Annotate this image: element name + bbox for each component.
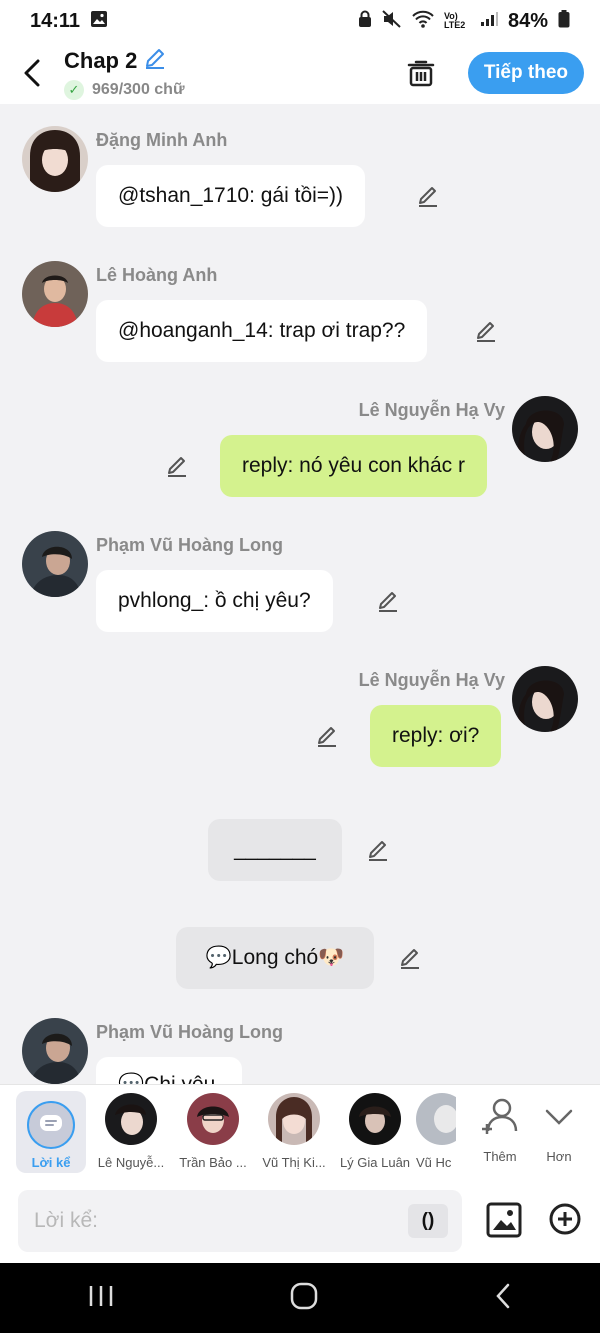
sender-name: Lê Nguyễn Hạ Vy [358, 670, 505, 690]
edit-title-icon[interactable] [143, 46, 167, 76]
character-item[interactable]: Vũ Thị Ki... [255, 1093, 333, 1170]
image-button[interactable] [486, 1202, 522, 1243]
trash-icon [407, 60, 435, 87]
edit-icon[interactable] [414, 182, 442, 210]
delete-button[interactable] [396, 48, 446, 98]
battery-icon [558, 9, 570, 33]
narration-bubble[interactable]: 💬Long chó🐶 [176, 927, 374, 989]
sender-name: Lê Nguyễn Hạ Vy [358, 400, 505, 420]
character-item[interactable]: Lê Nguyễ... [92, 1093, 170, 1170]
back-arrow-icon [496, 1283, 510, 1308]
avatar [349, 1093, 401, 1145]
edit-icon[interactable] [163, 452, 191, 480]
add-character-button[interactable]: Thêm [478, 1093, 522, 1164]
image-icon [486, 1202, 522, 1238]
avatar[interactable] [22, 1018, 88, 1084]
more-label: Hơn [546, 1149, 572, 1164]
avatar[interactable] [512, 666, 578, 732]
paren-button[interactable]: () [408, 1204, 448, 1238]
app-header: Chap 2 ✓ 969/300 chữ Tiếp theo [0, 42, 600, 104]
next-button[interactable]: Tiếp theo [467, 52, 584, 94]
character-name: Lê Nguyễ... [97, 1155, 165, 1170]
more-button[interactable]: Hơn [542, 1093, 576, 1164]
add-button[interactable] [548, 1202, 582, 1241]
gallery-icon [90, 10, 108, 33]
avatar [416, 1093, 456, 1145]
character-item[interactable]: Trần Bảo ... [174, 1093, 252, 1170]
battery-percent: 84% [507, 9, 548, 32]
message-bubble[interactable]: 💬Chị yêu [96, 1057, 242, 1084]
chat-bubble-icon [27, 1101, 75, 1149]
character-item[interactable]: Lý Gia Luân [336, 1093, 414, 1170]
avatar[interactable] [512, 396, 578, 462]
avatar[interactable] [22, 261, 88, 327]
plus-circle-icon [549, 1203, 581, 1235]
message-bubble[interactable]: @hoanganh_14: trap ơi trap?? [96, 300, 428, 362]
narrator-label: Lời kể [31, 1155, 71, 1170]
chevron-left-icon [24, 59, 40, 87]
edit-icon[interactable] [374, 587, 402, 615]
character-name: Vũ Thị Ki... [262, 1155, 326, 1170]
narration-bubble[interactable]: _______ [208, 819, 342, 881]
recent-apps-icon [89, 1285, 113, 1306]
edit-icon[interactable] [313, 722, 341, 750]
character-name: Trần Bảo ... [179, 1155, 247, 1170]
home-icon [290, 1282, 318, 1309]
character-item[interactable]: Vũ Hc [416, 1093, 456, 1170]
message-input[interactable] [18, 1190, 462, 1252]
sender-name: Đặng Minh Anh [96, 130, 228, 150]
character-name: Lý Gia Luân [339, 1155, 411, 1170]
edit-icon[interactable] [396, 944, 424, 972]
edit-icon[interactable] [472, 317, 500, 345]
signal-icon [480, 11, 498, 32]
message-bubble[interactable]: pvhlong_: ồ chị yêu? [96, 570, 333, 632]
avatar [268, 1093, 320, 1145]
sender-name: Lê Hoàng Anh [96, 265, 218, 285]
input-bar: () [0, 1180, 600, 1263]
chat-area[interactable]: Đặng Minh Anh @tshan_1710: gái tồi=)) Lê… [0, 104, 600, 1084]
message-bubble[interactable]: reply: ơi? [370, 705, 502, 767]
message-bubble[interactable]: @tshan_1710: gái tồi=)) [96, 165, 366, 227]
word-count: 969/300 chữ [92, 81, 185, 98]
home-button[interactable] [289, 1281, 319, 1316]
narrator-tab[interactable]: Lời kể [16, 1091, 86, 1173]
character-bar: Lời kể Lê Nguyễ... Trần Bảo ... Vũ Thị K… [0, 1084, 600, 1180]
wifi-icon [412, 10, 434, 33]
sender-name: Phạm Vũ Hoàng Long [96, 535, 283, 555]
avatar[interactable] [22, 531, 88, 597]
status-time: 14:11 [30, 9, 81, 32]
avatar [187, 1093, 239, 1145]
network-label: Vo) LTE2 [443, 11, 466, 30]
status-bar: 14:11 Vo) LTE2 84% [0, 0, 600, 42]
avatar[interactable] [22, 126, 88, 192]
character-name: Vũ Hc [416, 1155, 452, 1170]
check-icon: ✓ [64, 80, 84, 100]
avatar [105, 1093, 157, 1145]
back-button[interactable] [0, 42, 64, 104]
recent-apps-button[interactable] [87, 1284, 115, 1313]
mute-icon [382, 9, 402, 33]
system-nav-bar [0, 1263, 600, 1333]
edit-icon[interactable] [364, 836, 392, 864]
message-bubble[interactable]: reply: nó yêu con khác r [220, 435, 487, 497]
system-back-button[interactable] [493, 1282, 513, 1315]
sender-name: Phạm Vũ Hoàng Long [96, 1022, 283, 1042]
add-label: Thêm [483, 1149, 517, 1164]
chevron-down-icon [545, 1109, 573, 1125]
lock-icon [358, 10, 372, 33]
add-person-icon [482, 1098, 518, 1134]
chapter-title[interactable]: Chap 2 [64, 48, 137, 74]
chapter-title-block: Chap 2 ✓ 969/300 chữ [64, 46, 396, 100]
